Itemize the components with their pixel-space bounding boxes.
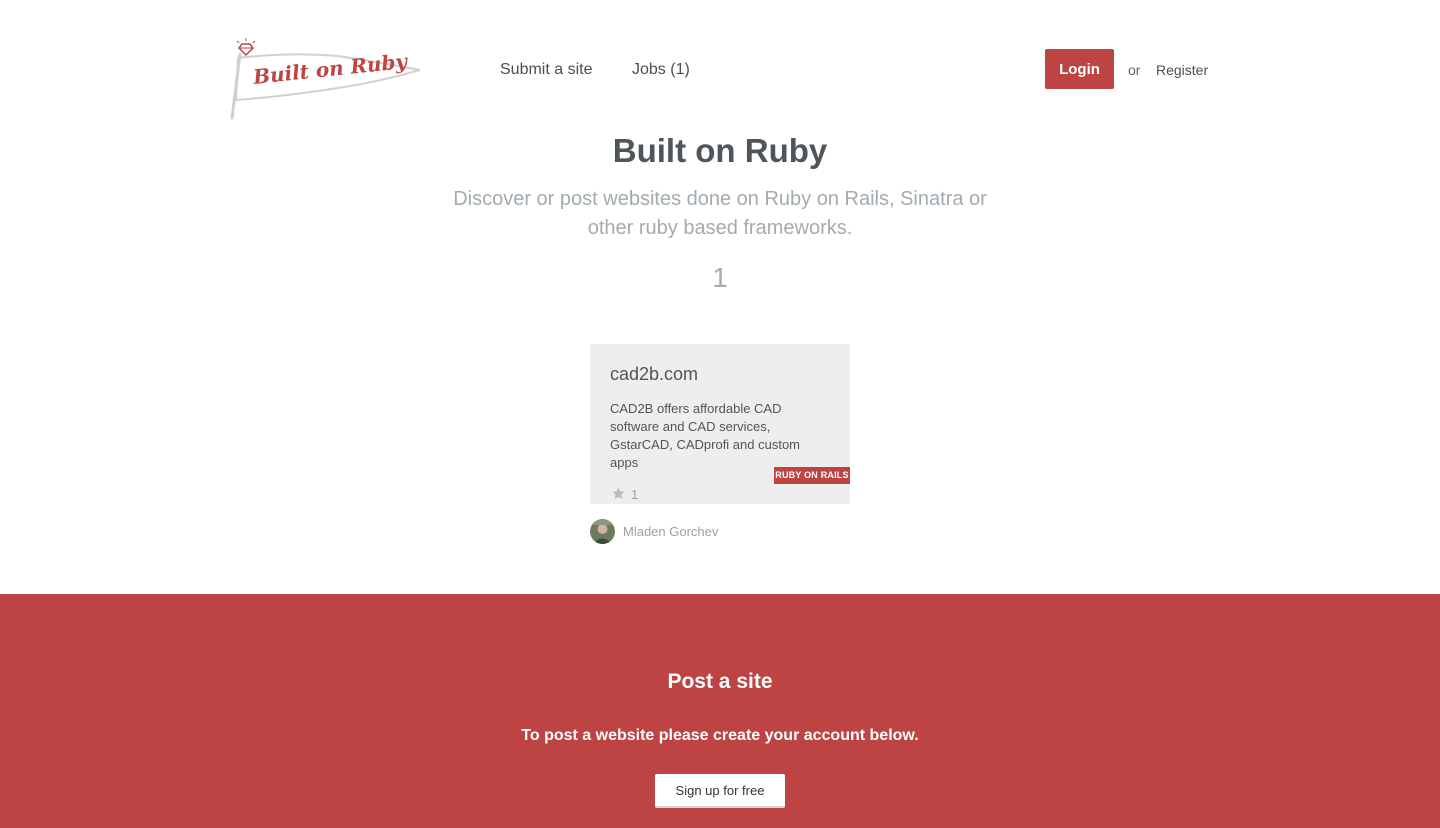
author-name[interactable]: Mladen Gorchev <box>623 523 718 540</box>
ruby-flag-logo-icon: Built on Ruby <box>230 38 421 120</box>
login-button[interactable]: Login <box>1045 49 1114 89</box>
page-subtitle: Discover or post websites done on Ruby o… <box>453 188 987 239</box>
site-count: 1 <box>712 262 728 293</box>
star-icon[interactable] <box>611 486 626 501</box>
framework-tag[interactable]: RUBY ON RAILS <box>774 467 850 484</box>
post-site-section: Post a site To post a website please cre… <box>0 594 1440 828</box>
or-separator: or <box>1128 62 1141 78</box>
nav-submit-site[interactable]: Submit a site <box>500 59 592 81</box>
site-card[interactable]: cad2b.com CAD2B offers affordable CAD so… <box>590 344 850 504</box>
site-title[interactable]: cad2b.com <box>610 363 698 385</box>
nav-jobs[interactable]: Jobs (1) <box>632 59 690 81</box>
cta-text: To post a website please create your acc… <box>521 727 919 744</box>
site-description: CAD2B offers affordable CAD software and… <box>610 401 801 470</box>
cta-title: Post a site <box>667 670 773 693</box>
avatar[interactable] <box>590 519 615 544</box>
like-count: 1 <box>631 487 639 502</box>
register-link[interactable]: Register <box>1156 61 1208 79</box>
signup-button[interactable]: Sign up for free <box>655 774 785 808</box>
page-title: Built on Ruby <box>612 132 828 169</box>
logo[interactable]: Built on Ruby <box>228 38 424 120</box>
